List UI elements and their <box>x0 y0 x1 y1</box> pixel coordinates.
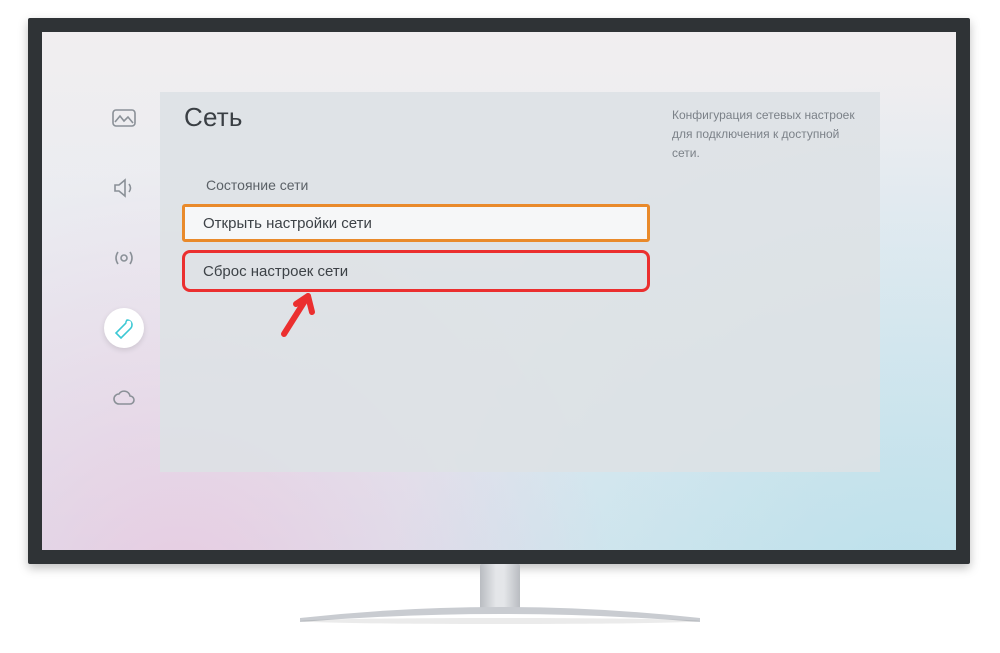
network-panel: Сеть Конфигурация сетевых настроек для п… <box>160 92 880 472</box>
menu-item-label: Состояние сети <box>182 177 308 193</box>
panel-title: Сеть <box>184 102 243 133</box>
tv-screen: Сеть Конфигурация сетевых настроек для п… <box>42 32 956 550</box>
broadcast-icon <box>112 246 136 270</box>
sidebar-item-sound[interactable] <box>104 168 144 208</box>
menu-item-network-status[interactable]: Состояние сети <box>182 166 650 204</box>
menu-item-label: Открыть настройки сети <box>185 215 372 232</box>
settings-sidebar <box>104 98 144 418</box>
menu-item-reset-network[interactable]: Сброс настроек сети <box>182 250 650 292</box>
sound-icon <box>112 177 136 199</box>
menu-item-label: Сброс настроек сети <box>185 263 348 280</box>
tv-stand-base <box>300 604 700 624</box>
sidebar-item-broadcast[interactable] <box>104 238 144 278</box>
wrench-icon <box>112 316 136 340</box>
panel-description: Конфигурация сетевых настроек для подклю… <box>672 106 862 164</box>
sidebar-item-general[interactable] <box>104 308 144 348</box>
tv-bezel: Сеть Конфигурация сетевых настроек для п… <box>28 18 970 564</box>
cloud-icon <box>112 387 136 409</box>
sidebar-item-picture[interactable] <box>104 98 144 138</box>
menu-item-open-network-settings[interactable]: Открыть настройки сети <box>182 204 650 242</box>
sidebar-item-support[interactable] <box>104 378 144 418</box>
picture-icon <box>112 109 136 127</box>
